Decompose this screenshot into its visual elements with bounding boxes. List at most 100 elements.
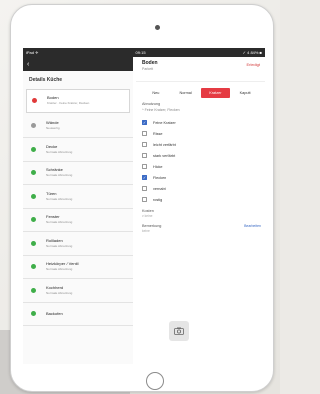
segment-option[interactable]: Kratzer [200, 88, 231, 98]
right-panel: Boden Parkett Erledigt Neu Normal Kratzer K… [136, 57, 265, 364]
item-list: Boden Kratzer · Feine Kratzer, Flecken Wän… [23, 89, 133, 326]
list-item[interactable]: Schränke Normale Abnutzung [23, 162, 133, 185]
checkbox[interactable] [142, 131, 147, 136]
status-dot-icon [31, 240, 36, 246]
list-item-text: Kochherd Normale Abnutzung [46, 285, 72, 296]
list-item-text: Türen Normale Abnutzung [46, 191, 72, 202]
done-button[interactable]: Erledigt [246, 62, 260, 67]
option-label: vernabt [153, 186, 166, 191]
section-summary[interactable]: ^ Feine Kratzer, Flecken [136, 108, 265, 112]
tablet-screen: iPad ✈ 09:15 ✓ 4 84% ■ ‹ Details Küche B… [23, 48, 265, 364]
checkbox[interactable] [142, 164, 147, 169]
list-item-status: Normale Abnutzung [46, 149, 73, 154]
list-item-name: Decke [46, 143, 58, 149]
checkbox[interactable] [142, 142, 147, 147]
status-dot-icon [31, 264, 36, 270]
segment-option[interactable]: Neu [141, 88, 171, 98]
list-item[interactable]: Fenster Normale Abnutzung [23, 209, 133, 232]
list-item-text: Fenster Normale Abnutzung [46, 214, 72, 225]
list-item-text: Boden Kratzer · Feine Kratzer, Flecken [47, 95, 89, 106]
section-label: Abnutzung [142, 102, 161, 106]
costs-label: Kosten [142, 209, 154, 213]
list-item-name: Boden [47, 95, 59, 101]
checkbox[interactable]: ✓ [142, 175, 147, 180]
option-label: Feine Kratzer [153, 120, 176, 125]
option-label: Flecken [153, 175, 167, 180]
option-label: leicht verfärbt [153, 142, 176, 147]
list-item[interactable]: Heizkörper / Ventil Normale Abnutzung [23, 256, 133, 279]
option-row[interactable]: rostig [136, 194, 265, 205]
back-icon[interactable]: ‹ [27, 61, 29, 68]
list-item-name: Schränke [46, 167, 63, 173]
list-item[interactable]: Türen Normale Abnutzung [23, 185, 133, 209]
checkbox[interactable] [142, 153, 147, 158]
list-item[interactable]: Rollladen Normale Abnutzung [23, 232, 133, 256]
options-list: ✓ Feine Kratzer Risse leicht verfärbt stark … [136, 117, 265, 205]
segment-option[interactable]: Kaputt [230, 88, 260, 98]
list-item-name: Kochherd [46, 284, 64, 290]
checkbox[interactable]: ✓ [142, 120, 147, 125]
list-item[interactable]: Wände Neuwertig [23, 115, 133, 138]
detail-subtitle: Parkett [142, 67, 154, 71]
list-item-text: Decke Normale Abnutzung [46, 144, 72, 155]
list-item-text: Schränke Normale Abnutzung [46, 167, 72, 178]
list-item[interactable]: Decke Normale Abnutzung [23, 138, 133, 162]
list-item-text: Heizkörper / Ventil Normale Abnutzung [46, 261, 78, 272]
option-row[interactable]: Hicke [136, 161, 265, 172]
list-item[interactable]: Backofen [23, 303, 133, 326]
list-item-status: Normale Abnutzung [46, 196, 73, 201]
status-dot-icon [32, 98, 37, 104]
list-item-status: Normale Abnutzung [46, 267, 73, 272]
option-row[interactable]: stark verfärbt [136, 150, 265, 161]
option-row[interactable]: ✓ Feine Kratzer [136, 117, 265, 128]
detail-header: Boden Parkett Erledigt [136, 57, 265, 82]
list-item-status: Normale Abnutzung [46, 220, 73, 225]
status-time: 09:15 [135, 50, 146, 55]
option-row[interactable]: Risse [136, 128, 265, 139]
option-label: Hicke [153, 164, 163, 169]
list-item-name: Rollladen [46, 237, 63, 243]
list-item-name: Backofen [46, 310, 63, 316]
camera-icon [174, 327, 184, 335]
status-right: ✓ 4 84% ■ [242, 50, 262, 55]
list-item-name: Wände [46, 120, 59, 126]
list-item-name: Fenster [46, 214, 60, 220]
list-item-status: Normale Abnutzung [46, 243, 73, 248]
status-dot-icon [31, 193, 36, 199]
camera-button[interactable] [169, 321, 189, 341]
option-row[interactable]: leicht verfärbt [136, 139, 265, 150]
status-dot-icon [31, 146, 36, 152]
left-panel: ‹ Details Küche Boden Kratzer · Feine Kra… [23, 57, 133, 364]
list-item[interactable]: Kochherd Normale Abnutzung [23, 279, 133, 303]
list-item[interactable]: Boden Kratzer · Feine Kratzer, Flecken [26, 89, 130, 113]
list-item-status: Normale Abnutzung [46, 173, 73, 178]
edit-remark-button[interactable]: Bearbeiten [244, 224, 261, 228]
option-row[interactable]: vernabt [136, 183, 265, 194]
list-item-text: Wände Neuwertig [46, 120, 60, 131]
home-button[interactable] [146, 372, 164, 390]
remark-value: keine [142, 229, 150, 233]
option-label: stark verfärbt [153, 153, 176, 158]
status-left: iPad ✈ [26, 50, 39, 55]
checkbox[interactable] [142, 186, 147, 191]
list-item-name: Heizkörper / Ventil [46, 261, 79, 267]
option-label: Risse [153, 131, 163, 136]
left-nav-bar: ‹ [23, 57, 133, 71]
status-dot-icon [31, 217, 36, 223]
segment-option[interactable]: Normal [171, 88, 201, 98]
condition-segmented-control: Neu Normal Kratzer Kaputt [141, 88, 260, 98]
option-label: rostig [153, 197, 163, 202]
status-dot-icon [31, 170, 36, 176]
list-item-status: Neuwertig [46, 126, 60, 131]
list-item-text: Rollladen Normale Abnutzung [46, 238, 72, 249]
front-camera [155, 25, 160, 30]
status-dot-icon [31, 287, 36, 293]
list-item-status: Kratzer · Feine Kratzer, Flecken [47, 101, 90, 106]
status-dot-icon [31, 311, 36, 317]
list-item-text: Backofen [46, 311, 63, 317]
detail-title: Boden [142, 60, 158, 66]
status-bar: iPad ✈ 09:15 ✓ 4 84% ■ [23, 48, 265, 57]
left-panel-title: Details Küche [29, 77, 63, 83]
option-row[interactable]: ✓ Flecken [136, 172, 265, 183]
checkbox[interactable] [142, 197, 147, 202]
